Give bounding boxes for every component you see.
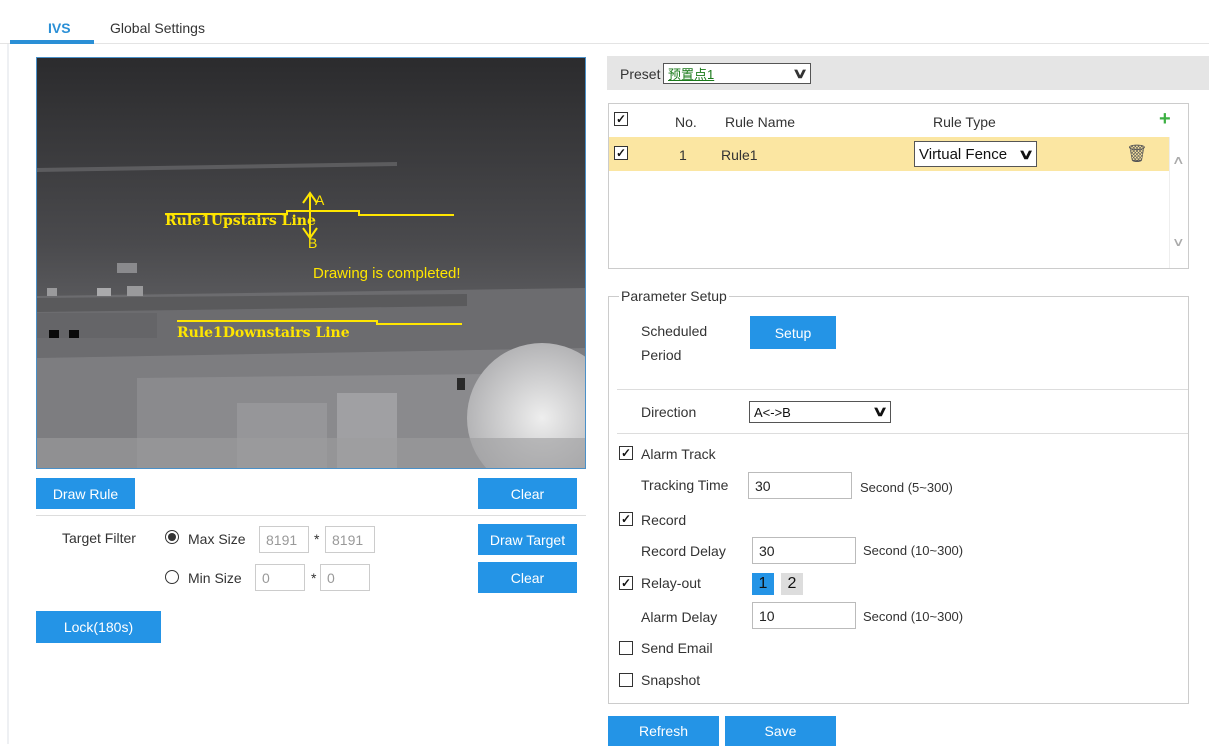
min-width-input[interactable]: 0	[255, 564, 305, 591]
header-no: No.	[675, 114, 697, 130]
draw-rule-button[interactable]: Draw Rule	[36, 478, 135, 509]
drawing-status: Drawing is completed!	[313, 265, 461, 282]
snapshot-checkbox[interactable]	[619, 673, 633, 687]
lock-button[interactable]: Lock(180s)	[36, 611, 161, 643]
table-scrollbar[interactable]: ∧ ∨	[1169, 137, 1188, 268]
chevron-down-icon: ∨	[871, 403, 889, 419]
tracking-time-label: Tracking Time	[641, 477, 729, 493]
add-rule-icon[interactable]: +	[1159, 108, 1171, 131]
tab-global-settings[interactable]: Global Settings	[110, 20, 205, 36]
row-no: 1	[679, 147, 687, 163]
period-label: Period	[641, 347, 682, 363]
downstairs-line-label: Rule1Downstairs Line	[177, 325, 350, 341]
table-row[interactable]: ✓ 1 Rule1 Virtual Fence ∨ 🗑	[609, 137, 1169, 171]
video-preview[interactable]: A B Rule1Upstairs Line Rule1Downstairs L…	[36, 57, 586, 469]
record-checkbox[interactable]: ✓	[619, 512, 633, 526]
trash-icon[interactable]: 🗑	[1126, 144, 1148, 164]
target-filter-label: Target Filter	[62, 530, 136, 546]
direction-value: A<->B	[754, 404, 791, 420]
relay-1-toggle[interactable]: 1	[752, 573, 774, 595]
tracking-time-unit: Second (5~300)	[860, 480, 953, 495]
max-separator: *	[314, 531, 320, 547]
relay-2-toggle[interactable]: 2	[781, 573, 803, 595]
preset-label: Preset	[620, 66, 661, 82]
preset-select[interactable]: 预置点1 ∨	[663, 63, 811, 84]
alarm-track-checkbox[interactable]: ✓	[619, 446, 633, 460]
preset-bar: Preset 预置点1 ∨	[607, 56, 1209, 90]
divider	[617, 389, 1188, 390]
rule-table: ✓ No. Rule Name Rule Type + ✓ 1 Rule1 Vi…	[608, 103, 1189, 269]
row-checkbox[interactable]: ✓	[614, 146, 628, 160]
send-email-checkbox[interactable]	[619, 641, 633, 655]
record-delay-unit: Second (10~300)	[863, 543, 964, 558]
row-rule-name: Rule1	[721, 147, 758, 163]
relay-out-label: Relay-out	[641, 575, 701, 591]
max-size-label: Max Size	[188, 531, 246, 547]
parameter-setup-panel: Scheduled Period Setup Direction A<->B ∨…	[608, 296, 1189, 704]
save-button[interactable]: Save	[725, 716, 836, 746]
clear-rule-button[interactable]: Clear	[478, 478, 577, 509]
direction-label: Direction	[641, 404, 697, 420]
tracking-time-input[interactable]: 30	[748, 472, 852, 499]
relay-out-checkbox[interactable]: ✓	[619, 576, 633, 590]
active-tab-indicator	[10, 40, 94, 44]
tab-bar: IVS Global Settings	[0, 0, 1209, 44]
max-size-radio[interactable]	[165, 530, 179, 544]
send-email-label: Send Email	[641, 640, 713, 656]
upstairs-line-label: Rule1Upstairs Line	[165, 213, 316, 229]
left-frame-bar	[7, 44, 9, 744]
alarm-delay-label: Alarm Delay	[641, 609, 718, 625]
max-width-input[interactable]: 8191	[259, 526, 309, 553]
clear-target-button[interactable]: Clear	[478, 562, 577, 593]
scroll-down-icon[interactable]: ∨	[1172, 235, 1185, 249]
direction-select[interactable]: A<->B ∨	[749, 401, 891, 423]
scheduled-label: Scheduled	[641, 323, 708, 339]
chevron-down-icon: ∨	[1017, 146, 1035, 162]
setup-button[interactable]: Setup	[750, 316, 836, 349]
select-all-checkbox[interactable]: ✓	[614, 112, 628, 126]
min-size-label: Min Size	[188, 570, 242, 586]
divider	[36, 515, 586, 516]
scroll-up-icon[interactable]: ∧	[1172, 153, 1185, 167]
rule-overlay	[165, 191, 462, 325]
alarm-delay-unit: Second (10~300)	[863, 609, 964, 624]
header-rule-type: Rule Type	[933, 114, 996, 130]
min-separator: *	[311, 570, 317, 586]
point-b-label: B	[308, 235, 318, 251]
record-label: Record	[641, 512, 687, 528]
alarm-delay-input[interactable]: 10	[752, 602, 856, 629]
rule-type-value: Virtual Fence	[919, 145, 1008, 163]
rule-type-select[interactable]: Virtual Fence ∨	[914, 141, 1037, 167]
divider	[617, 433, 1188, 434]
tab-ivs[interactable]: IVS	[48, 20, 71, 36]
point-a-label: A	[315, 192, 325, 208]
chevron-down-icon: ∨	[791, 65, 809, 81]
table-header: ✓ No. Rule Name Rule Type +	[609, 104, 1188, 137]
preset-value: 预置点1	[668, 67, 715, 82]
draw-target-button[interactable]: Draw Target	[478, 524, 577, 555]
parameter-setup-legend: Parameter Setup	[619, 288, 729, 304]
min-height-input[interactable]: 0	[320, 564, 370, 591]
snapshot-label: Snapshot	[641, 672, 701, 688]
header-rule-name: Rule Name	[725, 114, 796, 130]
record-delay-label: Record Delay	[641, 543, 726, 559]
refresh-button[interactable]: Refresh	[608, 716, 719, 746]
alarm-track-label: Alarm Track	[641, 446, 716, 462]
record-delay-input[interactable]: 30	[752, 537, 856, 564]
min-size-radio[interactable]	[165, 570, 179, 584]
max-height-input[interactable]: 8191	[325, 526, 375, 553]
